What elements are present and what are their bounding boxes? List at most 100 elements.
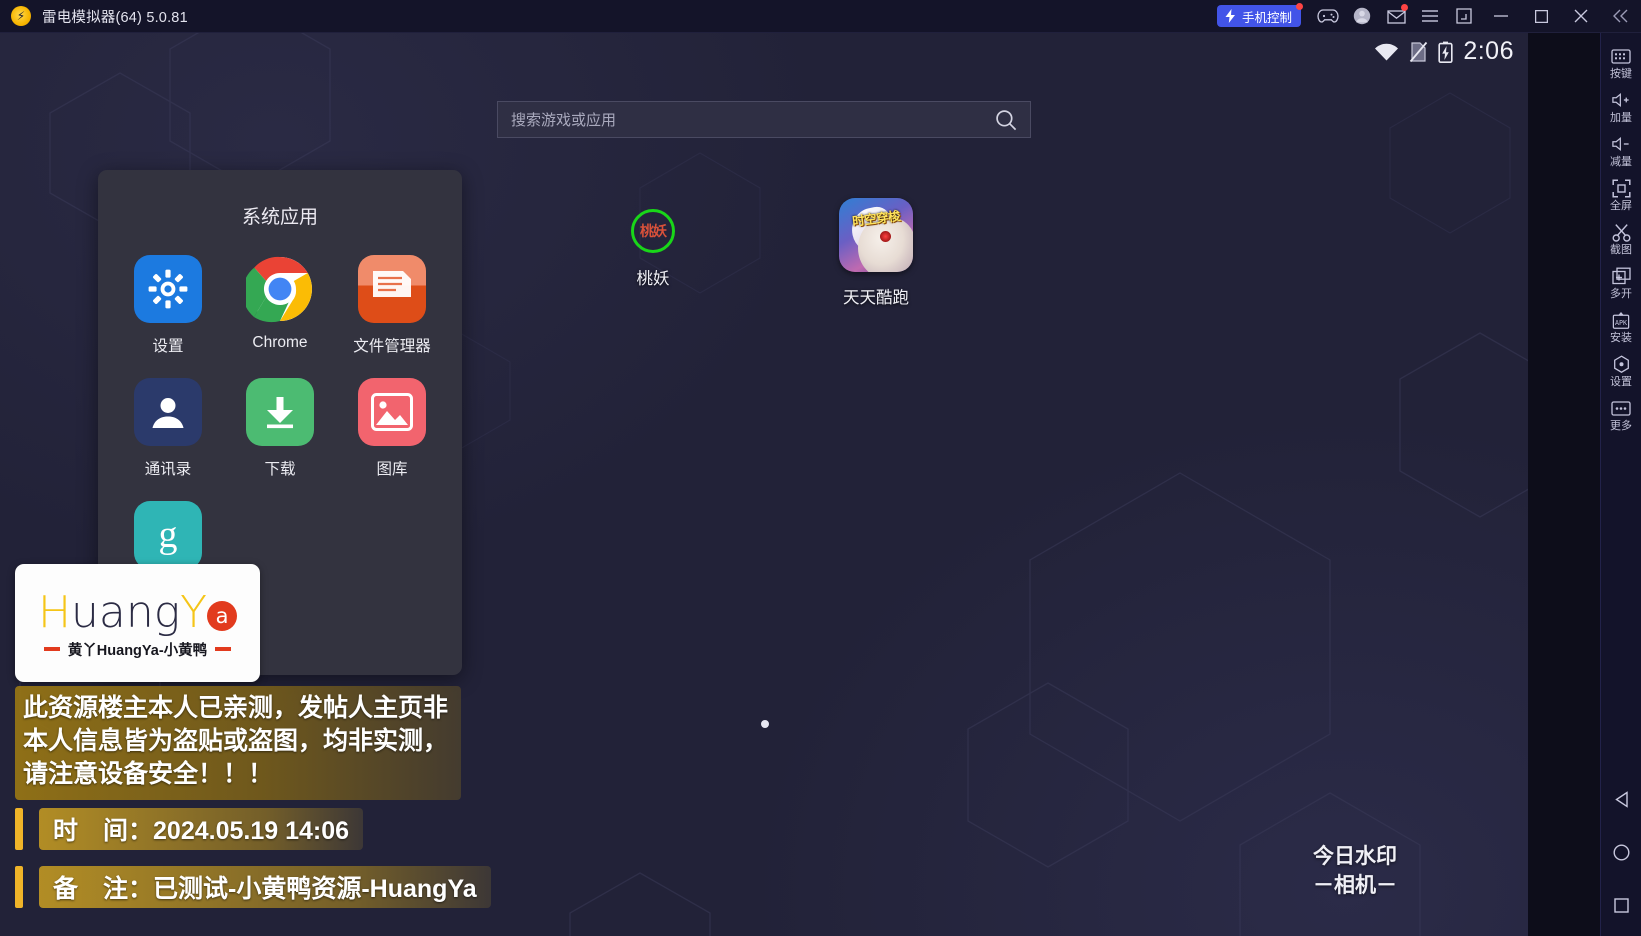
android-statusbar: 2:06 [1374,37,1514,66]
restore-window-icon[interactable] [1447,0,1481,33]
app-label: Chrome [252,334,308,351]
watermark-info-rows: 时 间：2024.05.19 14:06 备 注：已测试-小黄鸭资源-Huang… [15,808,491,924]
minimize-button[interactable] [1481,0,1521,33]
window-titlebar: 雷电模拟器(64) 5.0.81 手机控制 [0,0,1641,33]
sidebar-item-screenshot[interactable]: 截图 [1601,218,1641,260]
volume-up-icon [1611,90,1631,110]
chrome-icon [246,255,314,323]
app-label: 下载 [264,461,296,478]
app-label: 文件管理器 [353,338,431,355]
apk-install-icon: APK [1611,310,1631,330]
desktop-icon-taoyao[interactable]: 桃妖 桃妖 [588,209,718,289]
multi-instance-icon [1611,266,1631,286]
maximize-button[interactable] [1521,0,1561,33]
scissors-screenshot-icon [1611,222,1631,242]
lightning-icon [1225,9,1235,23]
close-button[interactable] [1561,0,1601,33]
logo-letter-a: a [207,600,238,631]
note-value: 已测试-小黄鸭资源-HuangYa [153,875,477,903]
app-cell-gallery[interactable]: 图库 [336,378,448,479]
watermark-note-text: 备 注：已测试-小黄鸭资源-HuangYa [39,866,491,908]
sidebar-item-install-apk[interactable]: APK 安装 [1601,306,1641,348]
ring-icon-glyph: 桃妖 [640,223,667,239]
logo-letter-y: Y [180,586,208,638]
note-label: 备 注： [53,875,154,903]
battery-charging-icon [1438,41,1453,63]
volume-down-icon [1611,134,1631,154]
sidebar-item-settings[interactable]: 设置 [1601,350,1641,392]
phone-control-button[interactable]: 手机控制 [1216,3,1303,27]
dash-right-icon [215,647,232,651]
ldplayer-lightning-logo-icon [11,6,31,26]
search-input[interactable]: 搜索游戏或应用 [497,101,1031,138]
watermark-logo-subtitle: 黄丫HuangYa-小黄鸭 [43,639,232,660]
sidebar-item-volume-up[interactable]: 加量 [1601,86,1641,128]
watermark-subtitle-text: 黄丫HuangYa-小黄鸭 [67,642,208,659]
watermark-camera-brand: 今日水印 －相机－ [1313,842,1397,900]
watermark-row-note: 备 注：已测试-小黄鸭资源-HuangYa [15,866,491,908]
app-cell-settings[interactable]: 设置 [112,255,224,356]
sidebar-label: 设置 [1610,376,1632,388]
camera-brand-line2: －相机－ [1313,874,1397,897]
app-cell-chrome[interactable]: Chrome [224,255,336,356]
android-screen[interactable]: 2:06 搜索游戏或应用 桃妖 桃妖 时空穿梭 天天酷跑 系统应用 设置 Chr… [0,33,1528,936]
sidebar-label: 全屏 [1610,200,1632,212]
app-label: 图库 [376,461,408,478]
apps-grid: 设置 Chrome 文件管理器 通讯录 下载 图库 g [98,255,462,580]
photo-gallery-icon [358,378,426,446]
fullscreen-icon [1611,178,1631,198]
watermark-logo-card: HuangY a 黄丫HuangYa-小黄鸭 [15,564,260,682]
camera-brand-line1: 今日水印 [1313,845,1397,868]
keyboard-icon [1611,46,1631,66]
sidebar-item-fullscreen[interactable]: 全屏 [1601,174,1641,216]
phone-control-label: 手机控制 [1241,10,1292,25]
hamburger-menu-icon[interactable] [1413,0,1447,33]
sidebar-item-volume-down[interactable]: 减量 [1601,130,1641,172]
sidebar-item-more[interactable]: 更多 [1601,394,1641,436]
app-cell-contacts[interactable]: 通讯录 [112,378,224,479]
desktop-icon-label: 桃妖 [636,270,670,288]
svg-text:APK: APK [1615,318,1627,326]
emulator-sidebar-toolbar: 按键 加量 减量 全屏 截图 多开 APK 安装 设置 更多 [1600,33,1641,936]
desktop-icon-tiantian-kupao[interactable]: 时空穿梭 天天酷跑 [811,198,941,308]
triangle-back-icon[interactable] [1609,786,1635,812]
row-accent-bar [15,808,23,850]
sidebar-label: 减量 [1610,156,1632,168]
sim-card-off-icon [1410,41,1428,62]
status-clock: 2:06 [1463,37,1514,65]
time-label: 时 间： [53,817,154,845]
watermark-time-text: 时 间：2024.05.19 14:06 [39,808,364,850]
gear-icon [134,255,202,323]
sidebar-label: 安装 [1610,332,1632,344]
double-chevron-left-icon[interactable] [1601,0,1641,33]
window-title: 雷电模拟器(64) 5.0.81 [42,9,188,26]
page-indicator-dot[interactable] [761,720,769,728]
android-nav-buttons [1601,786,1641,918]
logo-letter-h: H [37,586,72,638]
logo-letters-uang: uang [71,586,181,638]
dash-left-icon [43,647,60,651]
tiantian-kupao-game-icon: 时空穿梭 [839,198,913,272]
sidebar-label: 加量 [1610,112,1632,124]
green-ring-app-icon: 桃妖 [631,209,675,253]
mail-icon[interactable] [1379,0,1413,33]
watermark-warning-banner: 此资源楼主本人已亲测，发帖人主页非本人信息皆为盗贴或盗图，均非实测，请注意设备安… [15,686,461,800]
green-g-app-icon: g [134,501,202,569]
desktop-icon-label: 天天酷跑 [843,289,909,307]
notification-dot [1296,3,1303,10]
square-recents-icon[interactable] [1609,892,1635,918]
app-cell-file-manager[interactable]: 文件管理器 [336,255,448,356]
sidebar-label: 截图 [1610,244,1632,256]
search-icon[interactable] [995,109,1017,131]
gamepad-icon[interactable] [1311,0,1345,33]
account-avatar-icon[interactable] [1345,0,1379,33]
sidebar-label: 多开 [1610,288,1632,300]
wifi-icon [1375,43,1399,60]
watermark-warning-text: 此资源楼主本人已亲测，发帖人主页非本人信息皆为盗贴或盗图，均非实测，请注意设备安… [23,694,449,788]
sidebar-item-keyboard[interactable]: 按键 [1601,42,1641,84]
circle-home-icon[interactable] [1609,839,1635,865]
watermark-logo-word: HuangY a [38,590,238,635]
apps-panel-title: 系统应用 [241,207,318,228]
app-cell-download[interactable]: 下载 [224,378,336,479]
sidebar-item-multi-instance[interactable]: 多开 [1601,262,1641,304]
